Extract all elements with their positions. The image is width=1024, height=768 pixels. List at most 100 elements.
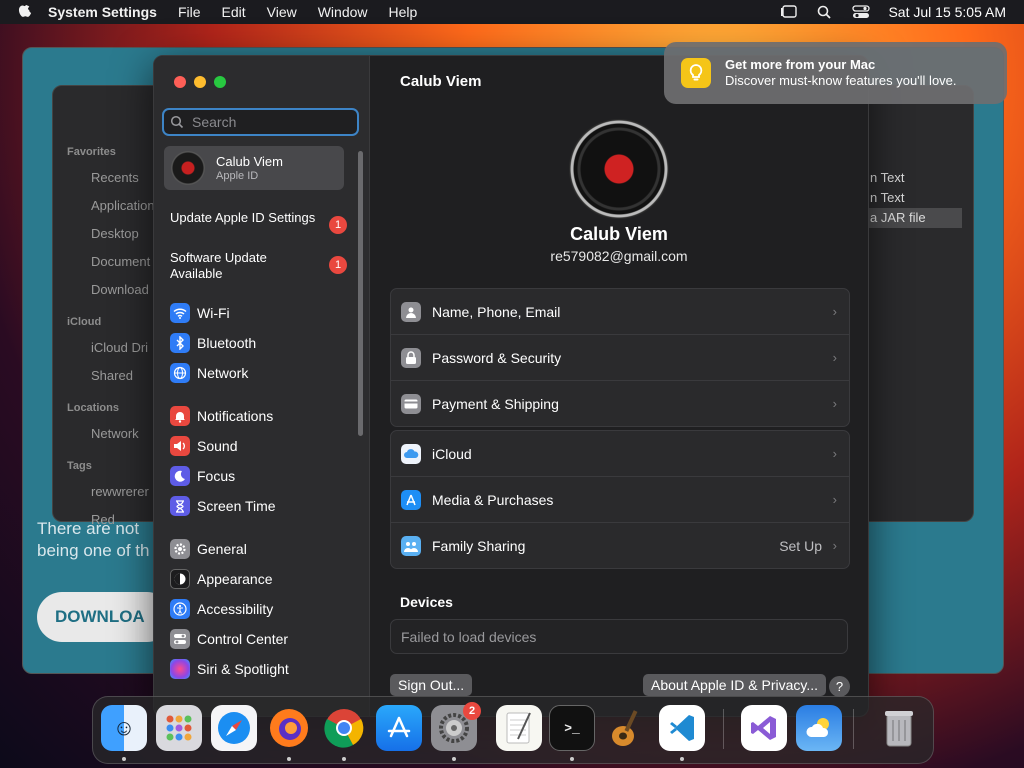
finder-file-row[interactable]: n Text <box>868 168 962 188</box>
cloud-icon <box>401 443 421 464</box>
finder-sidebar-item[interactable]: Document <box>91 248 155 276</box>
finder-sidebar-item[interactable]: Red <box>91 506 155 534</box>
app-store-icon[interactable] <box>376 705 422 751</box>
notice-badge: 1 <box>329 256 347 274</box>
notification-banner[interactable]: Get more from your Mac Discover must-kno… <box>664 42 1007 104</box>
bluetooth-icon <box>170 333 190 353</box>
icloud-row[interactable]: iCloud › <box>391 431 849 477</box>
finder-file-row[interactable]: a JAR file <box>868 208 962 228</box>
menu-window[interactable]: Window <box>318 4 368 20</box>
search-box[interactable] <box>162 108 359 136</box>
sidebar-item-label: Accessibility <box>197 601 274 617</box>
lightbulb-icon <box>681 58 711 88</box>
sidebar-item-siri-spotlight[interactable]: Siri & Spotlight <box>170 656 289 682</box>
search-input[interactable] <box>190 113 354 131</box>
close-icon[interactable] <box>174 76 186 88</box>
menu-file[interactable]: File <box>178 4 201 20</box>
finder-section-header: Favorites <box>67 146 116 158</box>
apple-id-account-item[interactable]: Calub Viem Apple ID <box>164 146 344 190</box>
finder-file-row[interactable]: n Text <box>868 188 962 208</box>
finder-sidebar-item[interactable]: Shared <box>91 362 155 390</box>
sign-out-button[interactable]: Sign Out... <box>390 674 473 696</box>
name-phone-email-row[interactable]: Name, Phone, Email › <box>391 289 849 335</box>
menu-edit[interactable]: Edit <box>222 4 246 20</box>
chevron-right-icon: › <box>832 538 837 553</box>
switches-icon <box>170 629 190 649</box>
family-icon <box>401 535 421 556</box>
sidebar-item-label: Control Center <box>197 631 289 647</box>
spotlight-search-icon[interactable] <box>816 5 834 19</box>
finder-sidebar-item[interactable]: Network <box>91 420 155 448</box>
sidebar-item-bluetooth[interactable]: Bluetooth <box>170 330 256 356</box>
menu-app-name[interactable]: System Settings <box>48 4 157 20</box>
launchpad-icon[interactable] <box>156 705 202 751</box>
finder-sidebar-item[interactable]: Desktop <box>91 220 155 248</box>
account-name: Calub Viem <box>216 154 283 169</box>
row-label: Name, Phone, Email <box>432 303 561 320</box>
about-apple-id-privacy-button[interactable]: About Apple ID & Privacy... <box>643 674 827 696</box>
finder-sidebar-item[interactable]: Application <box>91 192 155 220</box>
firefox-icon[interactable] <box>266 705 312 751</box>
family-sharing-value: Set Up <box>779 537 822 554</box>
chevron-right-icon: › <box>832 492 837 507</box>
payment-shipping-row[interactable]: Payment & Shipping › <box>391 381 849 426</box>
control-center-icon[interactable] <box>852 5 871 19</box>
sidebar-item-network[interactable]: Network <box>170 360 248 386</box>
finder-icon[interactable]: ☺ <box>101 705 147 751</box>
textedit-icon[interactable] <box>496 705 542 751</box>
system-settings-icon[interactable]: 2 <box>431 702 481 751</box>
stage-manager-icon[interactable] <box>780 5 798 19</box>
help-button[interactable]: ? <box>829 676 850 697</box>
chevron-right-icon: › <box>832 396 837 411</box>
sidebar-scrollbar[interactable] <box>358 151 363 436</box>
profile-email: re579082@gmail.com <box>550 248 688 264</box>
apple-id-pane: Calub Viem Calub Viem re579082@gmail.com… <box>370 56 868 716</box>
sidebar-item-appearance[interactable]: Appearance <box>170 566 273 592</box>
vscode-icon[interactable] <box>659 705 705 751</box>
sidebar-item-sound[interactable]: Sound <box>170 433 237 459</box>
sidebar-item-label: Wi-Fi <box>197 305 230 321</box>
sidebar-item-focus[interactable]: Focus <box>170 463 235 489</box>
menu-clock[interactable]: Sat Jul 15 5:05 AM <box>888 4 1006 20</box>
finder-sidebar: Favorites Recents Application Desktop Do… <box>55 140 155 534</box>
zoom-icon[interactable] <box>214 76 226 88</box>
devices-heading: Devices <box>400 594 453 610</box>
running-indicator <box>122 757 126 761</box>
trash-icon[interactable] <box>876 705 922 751</box>
menu-view[interactable]: View <box>267 4 297 20</box>
sidebar-item-label: Bluetooth <box>197 335 257 351</box>
password-security-row[interactable]: Password & Security › <box>391 335 849 381</box>
appstore-icon <box>401 489 421 510</box>
sidebar-item-general[interactable]: General <box>170 536 247 562</box>
settings-sidebar: Calub Viem Apple ID Update Apple ID Sett… <box>154 56 370 716</box>
apple-logo-icon[interactable] <box>18 4 32 20</box>
sidebar-item-notifications[interactable]: Notifications <box>170 403 273 429</box>
family-sharing-row[interactable]: Family Sharing Set Up › <box>391 523 849 568</box>
menu-help[interactable]: Help <box>389 4 418 20</box>
garageband-icon[interactable] <box>604 705 650 751</box>
minimize-icon[interactable] <box>194 76 206 88</box>
finder-sidebar-item[interactable]: Download <box>91 276 155 304</box>
weather-icon[interactable] <box>796 705 842 751</box>
safari-icon[interactable] <box>211 705 257 751</box>
terminal-icon[interactable]: >_ <box>549 705 595 751</box>
accessibility-icon <box>170 599 190 619</box>
finder-sidebar-item[interactable]: Recents <box>91 164 155 192</box>
dock-separator <box>723 709 724 749</box>
speaker-icon <box>170 436 190 456</box>
finder-sidebar-item[interactable]: iCloud Dri <box>91 334 155 362</box>
media-purchases-row[interactable]: Media & Purchases › <box>391 477 849 523</box>
software-update-item[interactable]: Software Update Available <box>170 250 320 282</box>
running-indicator <box>342 757 346 761</box>
sidebar-item-control-center[interactable]: Control Center <box>170 626 288 652</box>
visual-studio-icon[interactable] <box>741 705 787 751</box>
sidebar-item-wifi[interactable]: Wi-Fi <box>170 300 230 326</box>
finder-sidebar-item[interactable]: rewwrerer <box>91 478 155 506</box>
chrome-icon[interactable] <box>321 705 367 751</box>
profile-avatar[interactable] <box>569 119 669 219</box>
sidebar-item-accessibility[interactable]: Accessibility <box>170 596 273 622</box>
update-apple-id-settings-item[interactable]: Update Apple ID Settings <box>170 210 320 226</box>
web-download-button[interactable]: DOWNLOA <box>37 592 172 642</box>
sidebar-item-screen-time[interactable]: Screen Time <box>170 493 276 519</box>
sidebar-item-label: Network <box>197 365 249 381</box>
